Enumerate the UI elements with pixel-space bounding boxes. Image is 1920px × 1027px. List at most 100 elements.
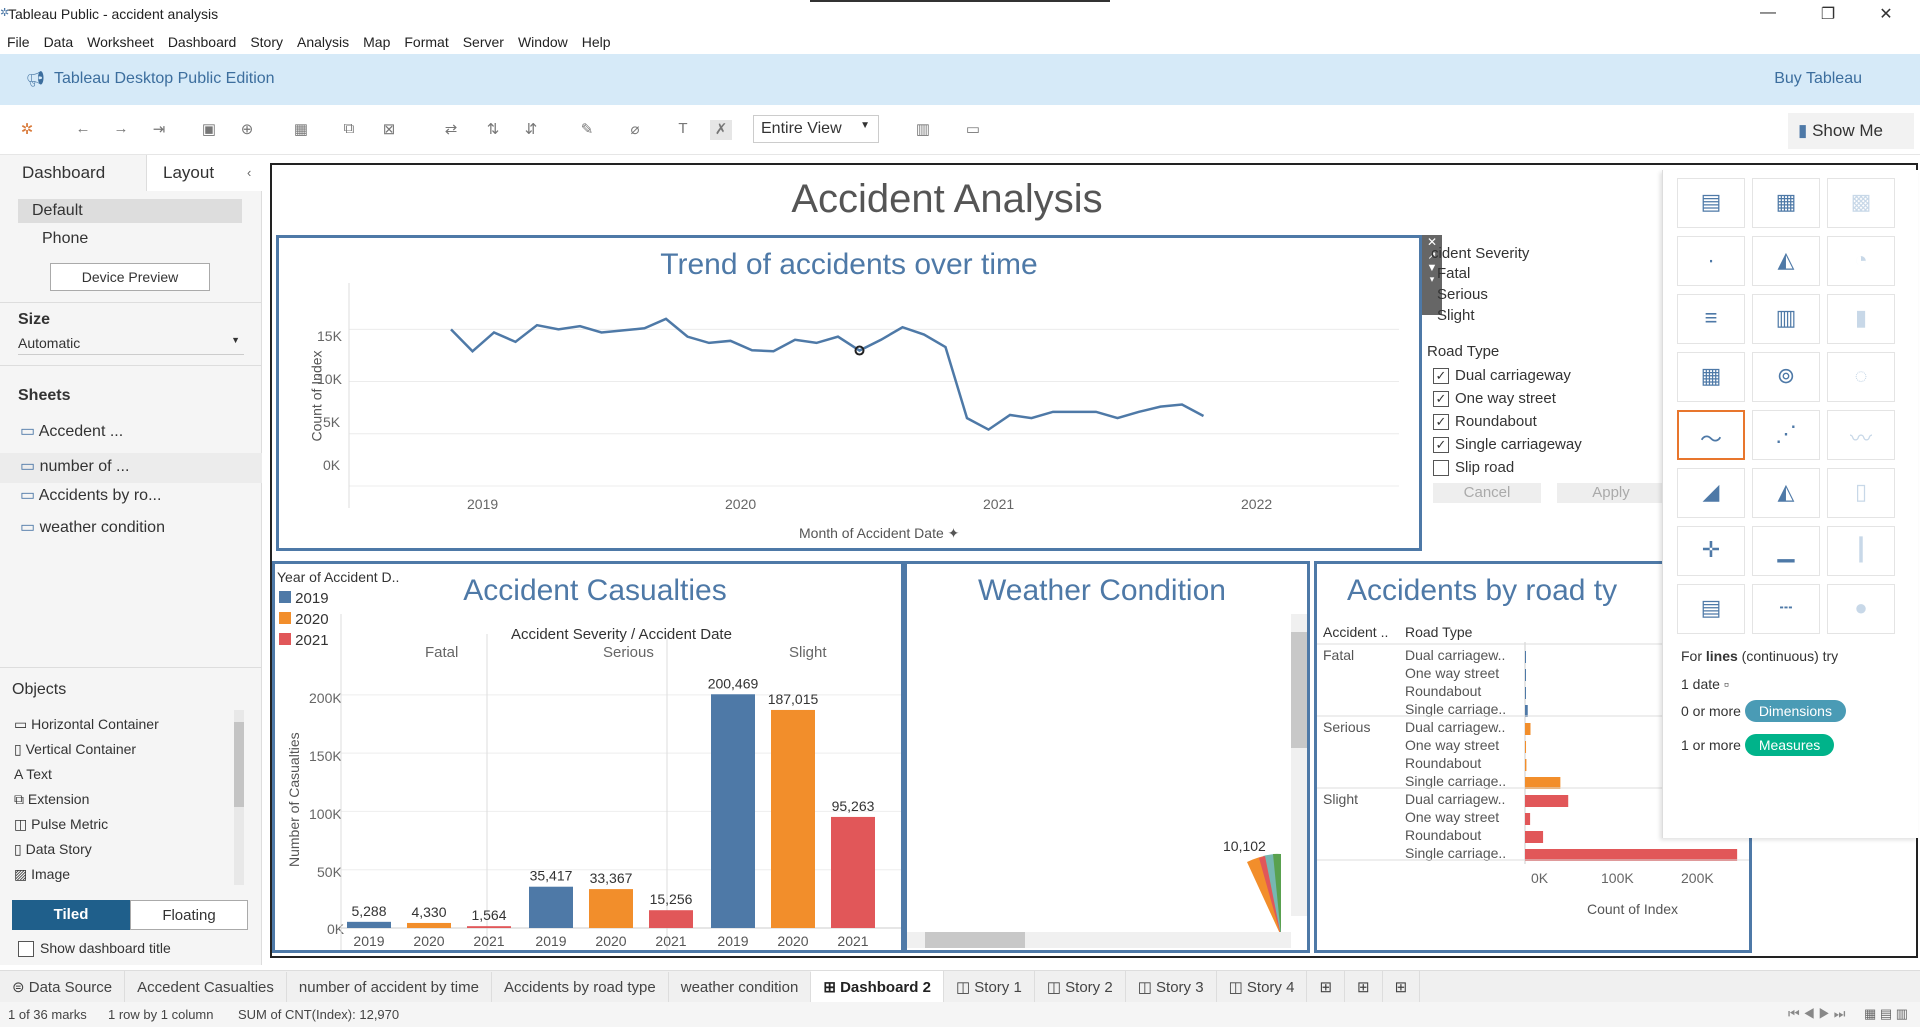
tab-layout[interactable]: Layout ‹ [146, 155, 262, 191]
menu-analysis[interactable]: Analysis [290, 30, 356, 54]
severity-item[interactable]: Slight [1437, 307, 1475, 324]
presentation-icon[interactable]: ▭ [962, 120, 984, 140]
chart-type-thumbnail[interactable]: ▥ [1752, 294, 1820, 344]
bar[interactable] [467, 926, 511, 928]
chart-type-thumbnail[interactable]: ┄ [1752, 584, 1820, 634]
chart-type-thumbnail[interactable]: ⋰ [1752, 410, 1820, 460]
size-dropdown[interactable]: Automatic ▼ [18, 335, 244, 355]
chart-type-thumbnail[interactable]: ∙ [1677, 236, 1745, 286]
object-pulse-metric[interactable]: ◫ Pulse Metric [14, 816, 108, 833]
swap-icon[interactable]: ⇄ [440, 120, 462, 140]
menu-window[interactable]: Window [511, 30, 575, 54]
tab-story[interactable]: ◫ Story 4 [1217, 971, 1308, 1003]
new-dashboard-icon[interactable]: ⊞ [1345, 971, 1383, 1003]
tab-story[interactable]: ◫ Story 1 [944, 971, 1035, 1003]
chart-type-thumbnail[interactable]: ◢ [1677, 468, 1745, 518]
tab-sheet[interactable]: Accidents by road type [492, 972, 669, 1003]
fix-axes-icon[interactable]: ✗ [710, 120, 732, 140]
chart-type-thumbnail[interactable]: ▦ [1677, 352, 1745, 402]
sheet-item[interactable]: ▭ weather condition [20, 517, 165, 537]
tab-story[interactable]: ◫ Story 3 [1126, 971, 1217, 1003]
chart-type-thumbnail[interactable]: ◭ [1752, 468, 1820, 518]
checkbox[interactable] [1433, 460, 1449, 477]
show-me-button[interactable]: ▮ Show Me [1788, 113, 1914, 149]
checkbox-checked[interactable]: ✓ [1433, 437, 1449, 454]
new-story-icon[interactable]: ⊞ [1383, 971, 1421, 1003]
minimize-icon[interactable]: — [1756, 4, 1780, 22]
severity-item[interactable]: Serious [1437, 286, 1488, 303]
chart-type-thumbnail[interactable]: ▯ [1827, 468, 1895, 518]
sheet-item[interactable]: ▭ Accedent ... [20, 421, 123, 441]
highlight-icon[interactable]: ✎ [576, 120, 598, 140]
attach-icon[interactable]: ⌀ [624, 120, 646, 140]
tab-sheet[interactable]: weather condition [669, 972, 812, 1003]
bar[interactable] [347, 921, 391, 928]
buy-tableau-link[interactable]: Buy Tableau [1774, 70, 1862, 88]
bar[interactable] [529, 886, 573, 928]
bar[interactable] [1525, 813, 1531, 825]
object-horizontal-container[interactable]: ▭ Horizontal Container [14, 716, 159, 733]
undo-icon[interactable]: ← [72, 120, 94, 140]
device-phone[interactable]: Phone [42, 230, 88, 248]
chart-type-thumbnail[interactable]: ▤ [1677, 584, 1745, 634]
menu-map[interactable]: Map [356, 30, 397, 54]
sheet-item[interactable]: ▭ Accidents by ro... [20, 485, 161, 505]
chart-type-thumbnail[interactable]: ▩ [1827, 178, 1895, 228]
tableau-home-icon[interactable]: ✲ [16, 120, 38, 140]
chart-type-thumbnail[interactable]: ✛ [1677, 526, 1745, 576]
casualties-panel[interactable]: Accident Casualties Year of Accident D..… [272, 561, 904, 953]
bar[interactable] [831, 816, 875, 928]
checkbox[interactable] [18, 941, 34, 958]
chart-type-thumbnail[interactable]: 〜 [1677, 410, 1745, 460]
chart-type-thumbnail[interactable]: ◭ [1752, 236, 1820, 286]
menu-help[interactable]: Help [575, 30, 618, 54]
road-filter-sliproad[interactable]: Slip road [1433, 459, 1514, 477]
bar[interactable] [649, 910, 693, 928]
new-datasource-icon[interactable]: ⊕ [236, 120, 258, 140]
object-vertical-container[interactable]: ▯ Vertical Container [14, 741, 136, 758]
bar[interactable] [1525, 849, 1738, 861]
weather-h-scrollbar[interactable] [907, 932, 1291, 948]
restore-icon[interactable]: ❐ [1816, 4, 1840, 24]
bar[interactable] [1525, 669, 1526, 681]
sort-desc-icon[interactable]: ⇵ [520, 120, 542, 140]
object-extension[interactable]: ⧉ Extension [14, 791, 89, 808]
redo-icon[interactable]: → [110, 120, 132, 140]
checkbox-checked[interactable]: ✓ [1433, 368, 1449, 385]
sort-asc-icon[interactable]: ⇅ [482, 120, 504, 140]
view-toggle-icon[interactable]: ▦ ▤ ▥ [1864, 1006, 1908, 1022]
cancel-button[interactable]: Cancel [1433, 483, 1541, 503]
chart-type-thumbnail[interactable]: ⊚ [1752, 352, 1820, 402]
bar[interactable] [1525, 759, 1527, 771]
save-icon[interactable]: ▣ [198, 120, 220, 140]
tab-sheet[interactable]: number of accident by time [287, 972, 492, 1003]
tab-data-source[interactable]: ⊜ Data Source [0, 971, 126, 1003]
chart-type-thumbnail[interactable]: ▁ [1752, 526, 1820, 576]
tab-story[interactable]: ◫ Story 2 [1035, 971, 1126, 1003]
device-default[interactable]: Default [18, 199, 242, 223]
objects-scrollbar[interactable] [234, 710, 244, 885]
menu-file[interactable]: File [0, 30, 37, 54]
show-cards-icon[interactable]: ▥ [912, 120, 934, 140]
road-filter-roundabout[interactable]: ✓ Roundabout [1433, 413, 1537, 431]
menu-dashboard[interactable]: Dashboard [161, 30, 244, 54]
tab-sheet[interactable]: Accedent Casualties [125, 972, 287, 1003]
chart-type-thumbnail[interactable]: 〰 [1827, 410, 1895, 460]
device-preview-button[interactable]: Device Preview [50, 263, 210, 291]
chart-type-thumbnail[interactable]: ┃ [1827, 526, 1895, 576]
fit-dropdown[interactable]: Entire View ▼ [753, 115, 879, 143]
road-filter-oneway[interactable]: ✓ One way street [1433, 390, 1556, 408]
apply-button[interactable]: Apply [1557, 483, 1665, 503]
tab-dashboard[interactable]: Dashboard [0, 155, 146, 191]
chart-type-thumbnail[interactable]: ≡ [1677, 294, 1745, 344]
menu-worksheet[interactable]: Worksheet [80, 30, 161, 54]
weather-panel[interactable]: Weather Condition 10,102 [904, 561, 1310, 953]
bar[interactable] [1525, 723, 1531, 735]
chart-type-thumbnail[interactable]: ▮ [1827, 294, 1895, 344]
bar[interactable] [1525, 651, 1526, 663]
bar[interactable] [1525, 795, 1569, 807]
bar[interactable] [711, 694, 755, 928]
trend-panel[interactable]: Trend of accidents over time Count of In… [276, 235, 1422, 551]
menu-story[interactable]: Story [243, 30, 290, 54]
close-icon[interactable]: ✕ [1874, 4, 1898, 24]
